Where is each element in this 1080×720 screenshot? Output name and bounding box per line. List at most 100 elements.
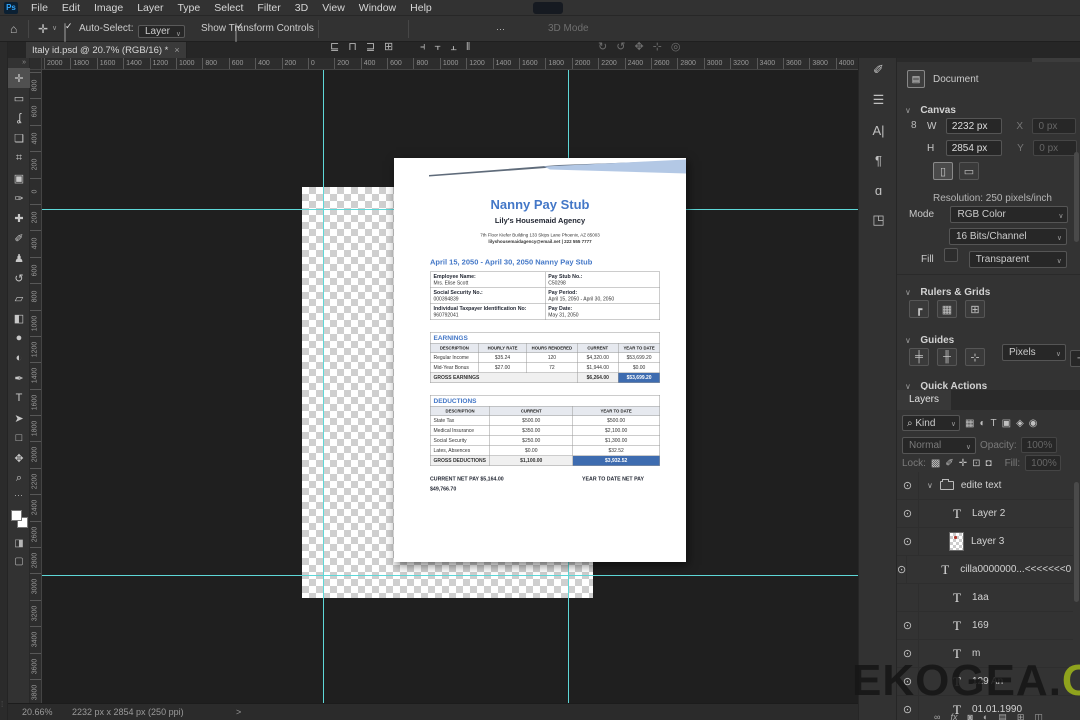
distribute-icon[interactable]: ‖	[466, 34, 471, 60]
pen-tool[interactable]: ✒	[8, 368, 30, 388]
menu-item[interactable]: Window	[352, 0, 403, 16]
ruler-grid-toggle[interactable]: ┏	[909, 300, 929, 318]
menu-item[interactable]: Help	[403, 0, 439, 16]
delete-layer-icon[interactable]: ◫	[1034, 712, 1043, 720]
blend-mode-dropdown[interactable]: Normal	[902, 436, 976, 456]
auto-select-target-dropdown[interactable]: Layer	[138, 25, 186, 38]
link-layers-icon[interactable]: ∞	[934, 712, 940, 720]
layers-scrollbar[interactable]	[1074, 482, 1079, 602]
foreground-color-swatch[interactable]	[11, 510, 22, 521]
history-brush-tool[interactable]: ↺	[8, 268, 30, 288]
filter-toggle-icon[interactable]: ◉	[1029, 418, 1038, 429]
auto-select-checkbox[interactable]	[64, 23, 66, 42]
home-icon[interactable]: ⌂	[10, 16, 17, 42]
canvas-section-header[interactable]: Canvas	[920, 105, 956, 116]
new-group-icon[interactable]: ▤	[998, 712, 1007, 720]
adjustment-layer-icon[interactable]: ◐	[983, 712, 988, 720]
guide-toggle[interactable]: ╫	[937, 348, 957, 366]
layer-row[interactable]: T 1aa	[897, 583, 1073, 612]
color-mode-dropdown[interactable]: RGB Color	[950, 206, 1069, 225]
fill-swatch[interactable]	[944, 248, 959, 262]
menu-item[interactable]: Filter	[250, 0, 287, 16]
distribute-icon[interactable]: ⫠	[450, 34, 457, 60]
visibility-toggle[interactable]: ⊙	[897, 499, 919, 528]
glyphs-panel-icon[interactable]: ɑ	[859, 177, 898, 203]
menu-item[interactable]: Type	[170, 0, 207, 16]
visibility-toggle[interactable]: ⊙	[897, 611, 919, 640]
menu-item[interactable]: Image	[87, 0, 130, 16]
crop-tool[interactable]: ⌗	[8, 148, 30, 168]
visibility-toggle[interactable]: ⊙	[897, 555, 908, 584]
visibility-toggle[interactable]: ⊙	[897, 527, 919, 556]
guide-style-dropdown[interactable]: ───	[1070, 350, 1080, 367]
visibility-toggle[interactable]: ⊙	[897, 471, 919, 500]
blur-tool[interactable]: ●	[8, 328, 30, 348]
fill-field[interactable]: 100%	[1025, 455, 1062, 471]
status-options-arrow[interactable]: >	[236, 704, 241, 720]
ruler-grid-toggle[interactable]: ▦	[937, 300, 957, 318]
chevron-down-icon[interactable]: ∨	[905, 336, 911, 345]
vertical-ruler[interactable]: 800 600 400 200 0 200 400 600 800 1000 1200 1400 160…	[30, 70, 42, 703]
menu-item[interactable]: Select	[207, 0, 250, 16]
character-panel-icon[interactable]: A|	[859, 117, 898, 143]
menu-item[interactable]: Edit	[55, 0, 87, 16]
filter-shape-layers-icon[interactable]: ▣	[1002, 418, 1011, 429]
landscape-orientation-button[interactable]: ▭	[959, 162, 979, 180]
layer-effects-icon[interactable]: fx	[950, 712, 957, 720]
align-icon[interactable]: ⊞	[384, 34, 393, 60]
lock-transparency-icon[interactable]: ▩	[931, 458, 940, 469]
properties-scrollbar[interactable]	[1074, 152, 1079, 242]
layer-row[interactable]: ⊙ T 169	[897, 611, 1073, 640]
brush-tool[interactable]: ✐	[8, 228, 30, 248]
document-tab[interactable]: Italy id.psd @ 20.7% (RGB/16) * ×	[26, 42, 187, 58]
align-icon[interactable]: ⊓	[348, 34, 357, 60]
layer-row[interactable]: ⊙ Tcilla0000000...<<<<<<<0 d	[897, 555, 1080, 584]
filter-adjustment-layers-icon[interactable]: ◐	[979, 418, 985, 429]
more-options-button[interactable]: ···	[496, 16, 505, 42]
screen-mode-button[interactable]: ▢	[8, 552, 30, 570]
menu-item[interactable]: View	[315, 0, 352, 16]
lock-pixels-icon[interactable]: ✐	[945, 458, 953, 469]
guide-horizontal[interactable]	[42, 575, 858, 576]
bit-depth-dropdown[interactable]: 16 Bits/Channel	[949, 228, 1067, 247]
healing-brush-tool[interactable]: ✚	[8, 208, 30, 228]
fill-dropdown[interactable]: Transparent	[968, 251, 1067, 270]
hand-tool[interactable]: ✥	[8, 448, 30, 468]
width-field[interactable]: 2232 px	[945, 118, 1002, 134]
layer-row[interactable]: ⊙ Layer 3	[897, 527, 1073, 556]
frame-tool[interactable]: ▣	[8, 168, 30, 188]
type-tool[interactable]: T	[8, 388, 30, 408]
close-icon[interactable]: ×	[174, 45, 179, 55]
ruler-grid-toggle[interactable]: ⊞	[965, 300, 985, 318]
path-selection-tool[interactable]: ➤	[8, 408, 30, 428]
filter-pixel-layers-icon[interactable]: ▦	[965, 418, 974, 429]
move-tool-preset-icon[interactable]: ✛	[38, 16, 48, 42]
align-icon[interactable]: ⊑	[330, 34, 339, 60]
chevron-down-icon[interactable]: ∨	[905, 106, 911, 115]
menu-item[interactable]: File	[24, 0, 55, 16]
chevron-down-icon[interactable]: ∨	[52, 16, 57, 42]
gradient-tool[interactable]: ◧	[8, 308, 30, 328]
portrait-orientation-button[interactable]: ▯	[933, 162, 953, 180]
chevron-down-icon[interactable]: ∨	[905, 288, 911, 297]
dodge-tool[interactable]: ◐	[8, 348, 30, 368]
zoom-level-field[interactable]: 20.66%	[22, 704, 53, 720]
filter-smart-objects-icon[interactable]: ◈	[1016, 418, 1024, 429]
collapse-toolbar-icon[interactable]: »	[8, 58, 29, 68]
lock-position-icon[interactable]: ✛	[959, 458, 967, 469]
lasso-tool[interactable]: ʆ	[8, 108, 30, 128]
distribute-icon[interactable]: ⫞	[420, 34, 426, 60]
rulers-grids-section-header[interactable]: Rulers & Grids	[920, 287, 990, 298]
layer-filter-kind-dropdown[interactable]: ⌕ Kind	[902, 415, 960, 432]
libraries-panel-icon[interactable]: ◳	[859, 207, 898, 233]
quick-mask-button[interactable]: ◨	[8, 534, 30, 552]
layer-mask-icon[interactable]: ◙	[967, 712, 972, 720]
ruler-origin-corner[interactable]	[30, 58, 42, 70]
chevron-down-icon[interactable]: ∨	[927, 481, 933, 490]
guide-toggle[interactable]: ╪	[909, 348, 929, 366]
eraser-tool[interactable]: ▱	[8, 288, 30, 308]
height-field[interactable]: 2854 px	[945, 140, 1002, 156]
clone-stamp-tool[interactable]: ♟	[8, 248, 30, 268]
layer-row-group[interactable]: ⊙ ∨ edite text	[897, 471, 1073, 500]
filter-type-layers-icon[interactable]: T	[991, 418, 997, 429]
